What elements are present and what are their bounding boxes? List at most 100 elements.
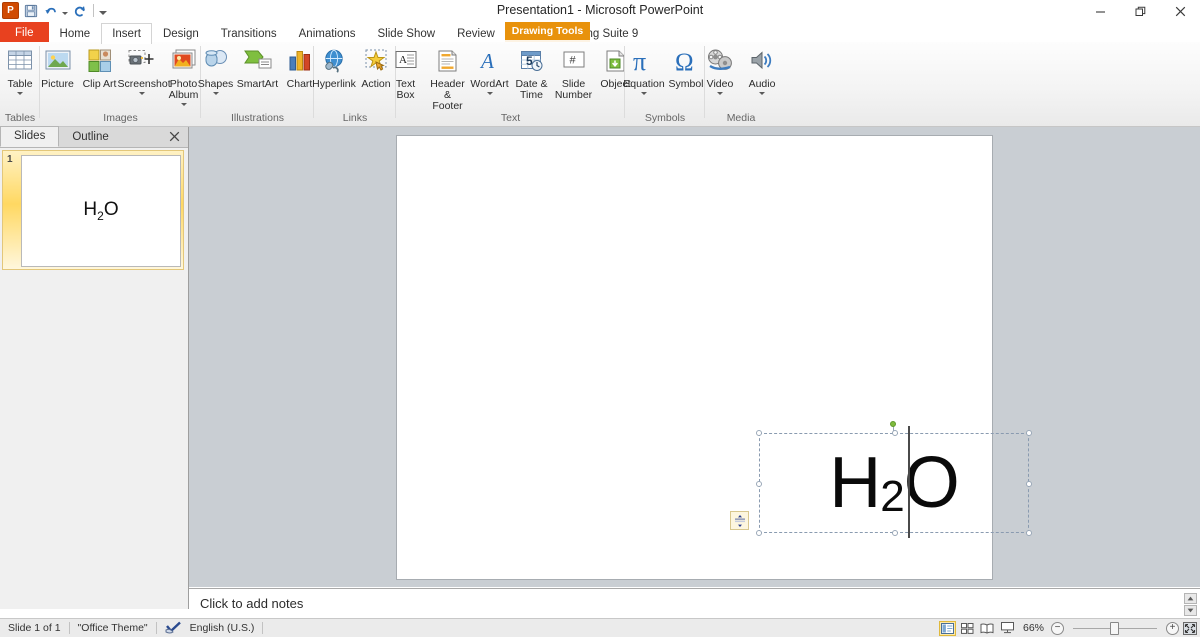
formula-h: H: [829, 442, 880, 524]
quick-access-toolbar: P: [2, 2, 107, 19]
tab-animations[interactable]: Animations: [288, 23, 367, 44]
status-bar-right: 66% − +: [939, 619, 1198, 637]
screenshot-button[interactable]: Screenshot: [121, 42, 163, 96]
restore-button[interactable]: [1120, 0, 1160, 22]
tab-design[interactable]: Design: [152, 23, 210, 44]
contextual-tab-banner: Drawing Tools: [505, 22, 590, 40]
equation-button[interactable]: π Equation: [623, 42, 665, 96]
text-cursor: [908, 426, 910, 538]
tab-home[interactable]: Home: [49, 23, 102, 44]
autofit-options-icon[interactable]: [730, 511, 749, 530]
notes-scroll-up-button[interactable]: [1184, 593, 1197, 604]
zoom-in-button[interactable]: +: [1166, 622, 1179, 635]
wordart-button[interactable]: A WordArt: [469, 42, 511, 96]
header-footer-icon: [436, 45, 460, 77]
minimize-button[interactable]: [1080, 0, 1120, 22]
slide-number-button[interactable]: # Slide Number: [553, 42, 595, 102]
spellcheck-icon[interactable]: [157, 621, 182, 635]
photo-album-dropdown-icon[interactable]: [181, 103, 187, 106]
formula-o: O: [904, 442, 959, 524]
hyperlink-button[interactable]: Hyperlink: [313, 42, 355, 91]
hyperlink-icon: [321, 45, 348, 77]
table-button[interactable]: Table: [0, 42, 42, 96]
ribbon-group-tables: Table Tables: [0, 42, 40, 126]
header-footer-button[interactable]: Header & Footer: [427, 42, 469, 113]
tab-transitions[interactable]: Transitions: [210, 23, 288, 44]
tab-file[interactable]: File: [0, 22, 49, 44]
customize-qat-icon[interactable]: [99, 11, 107, 15]
panel-tab-outline[interactable]: Outline: [59, 128, 121, 147]
notes-scroll-down-button[interactable]: [1184, 605, 1197, 616]
smartart-label: SmartArt: [237, 79, 278, 90]
slide-textbox-text[interactable]: H2O: [759, 433, 1029, 533]
normal-view-button[interactable]: [939, 621, 956, 636]
clip-art-label: Clip Art: [83, 79, 117, 90]
window-title: Presentation1 - Microsoft PowerPoint: [0, 3, 1200, 17]
group-label-tables: Tables: [0, 112, 40, 124]
omega-icon: Ω: [672, 45, 700, 77]
date-time-button[interactable]: 5 Date & Time: [511, 42, 553, 102]
powerpoint-logo-icon[interactable]: P: [2, 2, 19, 19]
table-dropdown-icon[interactable]: [17, 92, 23, 95]
zoom-slider[interactable]: [1067, 621, 1163, 635]
status-divider: [262, 622, 263, 634]
wordart-label: WordArt: [470, 79, 508, 90]
slide-thumbnail-preview: H2O: [21, 155, 181, 267]
panel-tab-slides[interactable]: Slides: [0, 126, 59, 147]
ribbon-tab-strip: File Home Insert Design Transitions Anim…: [0, 22, 1200, 44]
qat-divider: [93, 4, 94, 17]
svg-text:A: A: [399, 54, 407, 66]
video-dropdown-icon[interactable]: [717, 92, 723, 95]
picture-button[interactable]: Picture: [37, 42, 79, 91]
slide-number-icon: #: [561, 45, 587, 77]
close-panel-icon[interactable]: [167, 129, 181, 143]
screenshot-dropdown-icon[interactable]: [139, 92, 145, 95]
tab-insert[interactable]: Insert: [101, 23, 152, 44]
window-controls: [1080, 0, 1200, 22]
tab-slide-show[interactable]: Slide Show: [367, 23, 447, 44]
redo-icon[interactable]: [71, 2, 88, 19]
reading-view-button[interactable]: [979, 621, 996, 636]
equation-dropdown-icon[interactable]: [641, 92, 647, 95]
shapes-button[interactable]: Shapes: [195, 42, 237, 96]
slide-show-button[interactable]: [999, 621, 1016, 636]
text-box-label: Text Box: [389, 79, 423, 101]
theme-status[interactable]: "Office Theme": [70, 620, 156, 637]
audio-label: Audio: [749, 79, 776, 90]
audio-button[interactable]: Audio: [741, 42, 783, 96]
header-footer-label: Header & Footer: [430, 79, 464, 112]
language-status[interactable]: English (U.S.): [182, 620, 263, 637]
zoom-slider-thumb[interactable]: [1110, 622, 1119, 635]
save-icon[interactable]: [22, 2, 39, 19]
wordart-icon: A: [478, 45, 502, 77]
status-bar: Slide 1 of 1 "Office Theme" English (U.S…: [0, 618, 1200, 637]
clip-art-icon: [87, 45, 113, 77]
ribbon-group-symbols: π Equation Ω Symbol Symbols: [625, 42, 705, 126]
group-label-illustrations: Illustrations: [201, 112, 314, 124]
ribbon-group-images: Picture Clip Art Screenshot: [40, 42, 201, 126]
title-bar: P Presentation1 - Microsoft PowerPoint: [0, 0, 1200, 22]
undo-icon[interactable]: [42, 2, 59, 19]
smartart-button[interactable]: SmartArt: [237, 42, 279, 91]
video-button[interactable]: Video: [699, 42, 741, 96]
clip-art-button[interactable]: Clip Art: [79, 42, 121, 91]
slide-thumbnail-1[interactable]: 1 H2O: [2, 150, 184, 270]
svg-text:#: #: [569, 55, 576, 67]
audio-icon: [749, 45, 775, 77]
rotation-handle[interactable]: [890, 421, 896, 427]
notes-pane[interactable]: Click to add notes: [189, 588, 1200, 619]
wordart-dropdown-icon[interactable]: [487, 92, 493, 95]
slide-number-label: 1: [7, 154, 13, 165]
text-box-button[interactable]: A Text Box: [385, 42, 427, 102]
slide-count-status[interactable]: Slide 1 of 1: [0, 620, 69, 637]
slides-panel: Slides Outline 1 H2O: [0, 127, 189, 609]
undo-dropdown-icon[interactable]: [62, 12, 68, 15]
zoom-out-button[interactable]: −: [1051, 622, 1064, 635]
fit-to-window-button[interactable]: [1182, 621, 1198, 636]
tab-review[interactable]: Review: [446, 23, 506, 44]
close-button[interactable]: [1160, 0, 1200, 22]
audio-dropdown-icon[interactable]: [759, 92, 765, 95]
shapes-dropdown-icon[interactable]: [213, 92, 219, 95]
group-label-text: Text: [396, 112, 625, 124]
slide-sorter-button[interactable]: [959, 621, 976, 636]
